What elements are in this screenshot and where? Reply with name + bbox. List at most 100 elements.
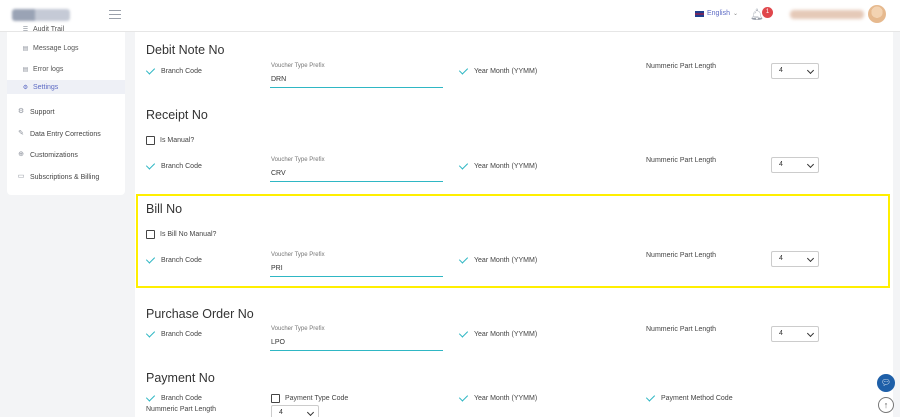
notification-badge: 1 [762,7,773,18]
checkbox-label: Year Month (YYMM) [474,256,538,264]
voucher-prefix-input[interactable]: DRN [270,74,443,88]
avatar[interactable] [868,5,886,23]
checkbox-label: Is Manual? [160,137,195,144]
app-logo[interactable] [12,9,70,21]
check-icon [146,67,156,75]
language-label: English [707,10,730,17]
check-icon [646,394,656,402]
checkbox-label: Branch Code [161,394,202,402]
gear-icon: ⚙ [17,108,25,115]
year-month-checkbox[interactable]: Year Month (YYMM) [459,330,537,338]
year-month-checkbox[interactable]: Year Month (YYMM) [459,162,537,170]
voucher-prefix-label: Voucher Type Prefix [271,252,325,258]
numeric-part-length-select[interactable]: 4 [271,405,319,417]
sidebar: ☰ Audit Trail ▤ Message Logs ▤ Error log… [7,26,125,195]
check-icon [146,256,156,264]
check-icon [459,256,469,264]
scroll-to-top-icon[interactable]: ↑ [878,397,894,413]
edit-icon: ✎ [18,130,24,137]
checkbox-label: Is Bill No Manual? [160,231,217,238]
sidebar-item-label: Customizations [30,151,78,159]
checkbox-label: Payment Method Code [661,394,733,402]
sidebar-item-customizations[interactable]: ⊕ Customizations [17,151,78,159]
numeric-part-length-select[interactable]: 4 [771,157,819,173]
menu-toggle-icon[interactable] [109,10,121,19]
chevron-down-icon [306,408,315,417]
folder-icon: ▭ [17,173,25,180]
numeric-part-length-select[interactable]: 4 [771,63,819,79]
select-value: 4 [779,67,783,74]
checkbox-label: Year Month (YYMM) [474,394,538,402]
chevron-down-icon [806,160,815,169]
voucher-prefix-label: Voucher Type Prefix [271,326,325,332]
chevron-down-icon [806,66,815,75]
payment-method-code-checkbox[interactable]: Payment Method Code [646,394,733,402]
voucher-prefix-input[interactable]: PRI [270,263,443,277]
checkbox-box [271,394,280,403]
branch-code-checkbox[interactable]: Branch Code [146,67,202,75]
voucher-prefix-input[interactable]: LPO [270,337,443,351]
sidebar-item-message-logs[interactable]: ▤ Message Logs [22,45,79,52]
is-manual-checkbox[interactable]: Is Manual? [146,136,194,145]
sidebar-item-data-entry-corrections[interactable]: ✎ Data Entry Corrections [17,130,101,138]
section-title-payment: Payment No [146,371,215,385]
sidebar-item-label: Support [30,108,55,116]
checkbox-label: Branch Code [161,256,202,264]
checkbox-label: Year Month (YYMM) [474,67,538,75]
year-month-checkbox[interactable]: Year Month (YYMM) [459,394,537,402]
checkbox-label: Payment Type Code [285,395,349,402]
language-selector[interactable]: English ⌄ [695,10,738,17]
check-icon [146,394,156,402]
checkbox-box [146,230,155,239]
sidebar-item-subscriptions-billing[interactable]: ▭ Subscriptions & Billing [17,173,100,181]
check-icon [146,162,156,170]
document-icon: ▤ [22,46,29,52]
branch-code-checkbox[interactable]: Branch Code [146,394,202,402]
checkbox-box [146,136,155,145]
branch-code-checkbox[interactable]: Branch Code [146,256,202,264]
chevron-down-icon [806,254,815,263]
check-icon [459,394,469,402]
payment-type-code-checkbox[interactable]: Payment Type Code [271,394,348,403]
sidebar-item-label: Error logs [33,66,64,73]
chat-icon[interactable]: 💬︎ [877,374,895,392]
year-month-checkbox[interactable]: Year Month (YYMM) [459,256,537,264]
sidebar-item-label: Settings [33,84,59,91]
sidebar-item-audit-trail[interactable]: ☰ Audit Trail [22,26,64,33]
select-value: 4 [779,330,783,337]
sidebar-item-settings[interactable]: ⚙ Settings [22,84,59,91]
branch-code-checkbox[interactable]: Branch Code [146,330,202,338]
numeric-part-length-label: Nummeric Part Length [646,326,717,333]
voucher-prefix-input[interactable]: CRV [270,168,443,182]
top-bar: English ⌄ 🔔︎ 1 [0,0,900,32]
sidebar-item-label: Audit Trail [33,26,65,33]
list-icon: ☰ [22,27,29,33]
sidebar-item-label: Data Entry Corrections [30,130,101,138]
branch-code-checkbox[interactable]: Branch Code [146,162,202,170]
sidebar-item-error-logs[interactable]: ▤ Error logs [22,66,64,73]
check-icon [459,67,469,75]
sidebar-item-support[interactable]: ⚙ Support [17,108,55,116]
sidebar-item-label: Message Logs [33,45,79,52]
checkbox-label: Branch Code [161,330,202,338]
select-value: 4 [779,161,783,168]
section-title-receipt: Receipt No [146,108,208,122]
bill-no-highlight [136,194,890,288]
uk-flag-icon [695,10,704,17]
section-title-purchase-order: Purchase Order No [146,307,254,321]
is-bill-no-manual-checkbox[interactable]: Is Bill No Manual? [146,230,216,239]
section-title-bill: Bill No [146,202,183,216]
checkbox-label: Branch Code [161,162,202,170]
select-value: 4 [779,255,783,262]
user-name[interactable] [790,10,864,19]
document-icon: ▤ [22,67,29,73]
numeric-part-length-select[interactable]: 4 [771,326,819,342]
checkbox-label: Year Month (YYMM) [474,162,538,170]
numeric-part-length-label: Nummeric Part Length [646,63,717,70]
checkbox-label: Year Month (YYMM) [474,330,538,338]
chevron-down-icon: ⌄ [732,11,738,17]
gear-icon: ⚙ [22,85,29,91]
numeric-part-length-select[interactable]: 4 [771,251,819,267]
check-icon [459,162,469,170]
year-month-checkbox[interactable]: Year Month (YYMM) [459,67,537,75]
